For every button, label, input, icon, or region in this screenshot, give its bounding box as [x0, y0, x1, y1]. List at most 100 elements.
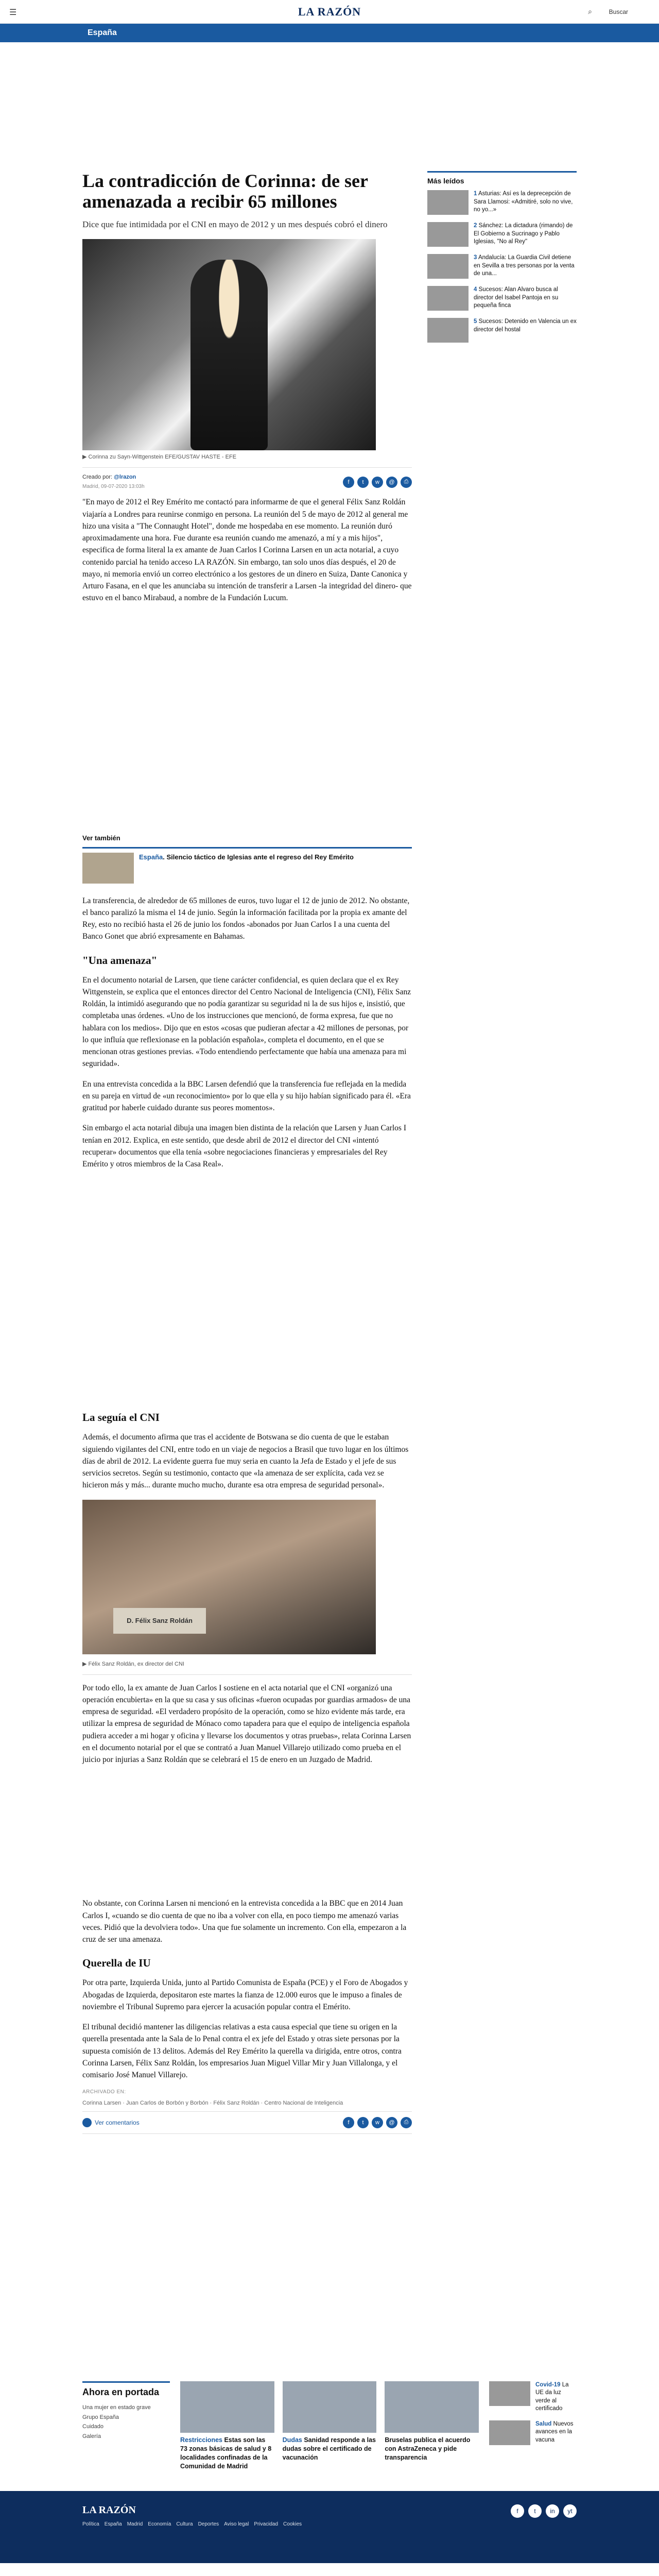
footer-link[interactable]: Cookies: [283, 2521, 302, 2527]
item-number: 1: [474, 191, 477, 197]
item-text[interactable]: Andalucía: La Guardia Civil detiene en S…: [474, 255, 575, 277]
paragraph: "En mayo de 2012 el Rey Emérito me conta…: [82, 498, 412, 603]
footer-link[interactable]: Economía: [148, 2521, 171, 2527]
section-bar: España: [0, 24, 659, 42]
footer-link[interactable]: Deportes: [198, 2521, 219, 2527]
item-number: 2: [474, 223, 477, 229]
related-text[interactable]: Silencio táctico de Iglesias ante el reg…: [166, 853, 353, 861]
footer-link[interactable]: Cultura: [176, 2521, 193, 2527]
item-text[interactable]: Sánchez: La dictadura (rimando) de El Go…: [474, 223, 573, 245]
card-thumbnail[interactable]: [385, 2381, 479, 2433]
related-article[interactable]: España. Silencio táctico de Iglesias ant…: [82, 846, 412, 884]
item-thumbnail[interactable]: [489, 2420, 530, 2445]
comments-label[interactable]: Ver comentarios: [95, 2119, 140, 2126]
mini-link[interactable]: Una mujer en estado grave: [82, 2403, 170, 2413]
share-buttons-bottom: f t w @ ⎙: [343, 2116, 412, 2128]
email-icon[interactable]: @: [386, 2116, 397, 2128]
comments-bar: Ver comentarios f t w @ ⎙: [82, 2111, 412, 2134]
twitter-icon[interactable]: t: [357, 476, 369, 488]
paragraph: La transferencia, de alrededor de 65 mil…: [82, 896, 410, 941]
footer-link[interactable]: Política: [82, 2521, 99, 2527]
twitter-icon[interactable]: t: [528, 2504, 542, 2518]
footer-link[interactable]: Aviso legal: [224, 2521, 249, 2527]
article-body: "En mayo de 2012 el Rey Emérito me conta…: [82, 496, 412, 2108]
related-heading: Ver también: [82, 834, 120, 842]
linkedin-icon[interactable]: in: [546, 2504, 559, 2518]
item-thumbnail[interactable]: [427, 222, 469, 247]
facebook-icon[interactable]: f: [343, 2116, 354, 2128]
most-read-item[interactable]: 5 Sucesos: Detenido en Valencia un ex di…: [427, 318, 577, 343]
search-label[interactable]: Buscar: [609, 8, 628, 15]
footer-logo[interactable]: LA RAZÓN: [82, 2504, 302, 2516]
footer-link[interactable]: Privacidad: [254, 2521, 278, 2527]
print-icon[interactable]: ⎙: [401, 476, 412, 488]
item-thumbnail[interactable]: [427, 286, 469, 311]
ad-space-inline: [82, 1178, 412, 1400]
paragraph: No obstante, con Corinna Larsen ni menci…: [82, 1899, 407, 1944]
paragraph: En una entrevista concedida a la BBC Lar…: [82, 1079, 411, 1113]
ad-space-inline: [82, 1774, 412, 1897]
item-thumbnail[interactable]: [427, 190, 469, 215]
footer-link[interactable]: España: [105, 2521, 122, 2527]
news-card[interactable]: Dudas Sanidad responde a las dudas sobre…: [282, 2381, 377, 2471]
most-read-item[interactable]: 1 Asturias: Así es la deprecepción de Sa…: [427, 190, 577, 215]
footer: LA RAZÓN Política España Madrid Economía…: [0, 2491, 659, 2564]
footer-link[interactable]: Madrid: [127, 2521, 143, 2527]
article-title: La contradicción de Corinna: de ser amen…: [82, 171, 368, 212]
article-main-photo[interactable]: [82, 239, 376, 451]
section-name[interactable]: España: [88, 28, 117, 38]
print-icon[interactable]: ⎙: [401, 2116, 412, 2128]
news-card[interactable]: Restricciones Estas son las 73 zonas bás…: [180, 2381, 274, 2471]
article-tags[interactable]: Corinna Larsen · Juan Carlos de Borbón y…: [82, 2099, 412, 2108]
side-news-item[interactable]: Salud Nuevos avances en la vacuna: [489, 2420, 577, 2445]
most-read-item[interactable]: 4 Sucesos: Alan Alvaro busca al director…: [427, 286, 577, 311]
article-secondary-photo[interactable]: D. Félix Sanz Roldán: [82, 1499, 376, 1654]
item-number: 4: [474, 286, 477, 293]
item-text[interactable]: Sucesos: Alan Alvaro busca al director d…: [474, 286, 558, 309]
mini-link[interactable]: Grupo España: [82, 2413, 170, 2422]
item-section: Salud: [535, 2420, 552, 2427]
card-thumbnail[interactable]: [282, 2381, 377, 2433]
most-read-item[interactable]: 2 Sánchez: La dictadura (rimando) de El …: [427, 222, 577, 247]
publish-date: Madrid, 09-07-2020 13:03h: [82, 483, 145, 489]
whatsapp-icon[interactable]: w: [372, 2116, 383, 2128]
item-thumbnail[interactable]: [427, 318, 469, 343]
item-thumbnail[interactable]: [489, 2381, 530, 2406]
paragraph: El tribunal decidió mantener las diligen…: [82, 2023, 402, 2080]
archived-label: ARCHIVADO EN:: [82, 2089, 126, 2095]
card-section: Dudas: [282, 2436, 302, 2444]
youtube-icon[interactable]: yt: [563, 2504, 577, 2518]
ad-space-bottom: [0, 2155, 659, 2381]
twitter-icon[interactable]: t: [357, 2116, 369, 2128]
whatsapp-icon[interactable]: w: [372, 476, 383, 488]
mini-link[interactable]: Cuidado: [82, 2422, 170, 2432]
search-icon[interactable]: ⌕: [588, 7, 592, 16]
hamburger-icon[interactable]: ☰: [9, 7, 16, 18]
comment-icon: [82, 2117, 92, 2127]
author-link[interactable]: @lrazon: [114, 474, 136, 480]
email-icon[interactable]: @: [386, 476, 397, 488]
site-logo[interactable]: LA RAZÓN: [298, 5, 361, 19]
photo-caption: ▶ Félix Sanz Roldán, ex director del CNI: [82, 1657, 412, 1675]
related-thumbnail[interactable]: [82, 852, 134, 884]
item-text[interactable]: Sucesos: Detenido en Valencia un ex dire…: [474, 318, 577, 333]
facebook-icon[interactable]: f: [511, 2504, 524, 2518]
more-news: Ahora en portada Una mujer en estado gra…: [82, 2381, 577, 2471]
article: La contradicción de Corinna: de ser amen…: [82, 171, 412, 2155]
news-card[interactable]: Bruselas publica el acuerdo con AstraZen…: [385, 2381, 479, 2471]
article-meta: Creado por: @lrazon Madrid, 09-07-2020 1…: [82, 468, 412, 496]
top-bar: ☰ LA RAZÓN ⌕ Buscar: [0, 0, 659, 24]
side-news-item[interactable]: Covid-19 La UE da luz verde al certifica…: [489, 2381, 577, 2413]
card-thumbnail[interactable]: [180, 2381, 274, 2433]
item-text[interactable]: Asturias: Así es la deprecepción de Sara…: [474, 191, 573, 213]
card-text[interactable]: Bruselas publica el acuerdo con AstraZen…: [385, 2436, 470, 2461]
related-section: España: [139, 853, 163, 861]
item-number: 3: [474, 255, 477, 261]
most-read-item[interactable]: 3 Andalucía: La Guardia Civil detiene en…: [427, 254, 577, 279]
comments-button[interactable]: Ver comentarios: [82, 2117, 140, 2127]
paragraph: Por otra parte, Izquierda Unida, junto a…: [82, 1978, 408, 2011]
mini-link[interactable]: Galería: [82, 2432, 170, 2442]
subheading: "Una amenaza": [82, 954, 158, 967]
item-thumbnail[interactable]: [427, 254, 469, 279]
facebook-icon[interactable]: f: [343, 476, 354, 488]
